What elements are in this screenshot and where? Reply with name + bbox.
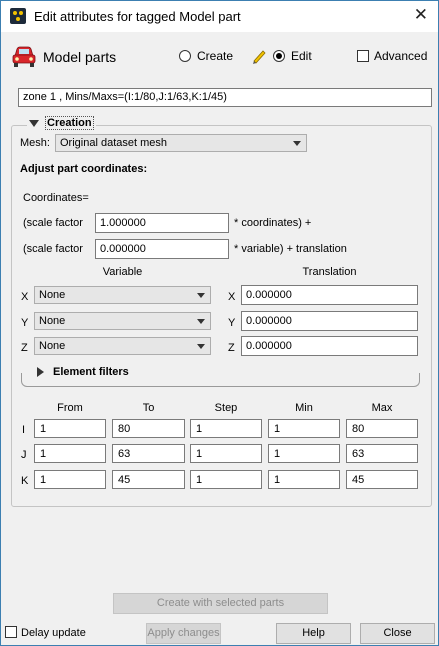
element-filters-label: Element filters	[53, 366, 129, 378]
table-header: Min	[295, 402, 313, 414]
creation-label: Creation	[45, 116, 94, 130]
chevron-down-icon	[293, 141, 301, 146]
range-j-step-input[interactable]: 1	[190, 444, 262, 463]
scale-factor-coordinates-input[interactable]: 1.000000	[95, 213, 229, 233]
variable-header: Variable	[102, 266, 143, 278]
row-label-k: K	[21, 475, 29, 487]
advanced-label[interactable]: Advanced	[374, 49, 427, 63]
window-title: Edit attributes for tagged Model part	[34, 9, 241, 24]
model-parts-label: Model parts	[43, 49, 117, 65]
range-k-step-input[interactable]: 1	[190, 470, 262, 489]
adjust-heading: Adjust part coordinates:	[20, 163, 148, 175]
range-i-to-input[interactable]: 80	[112, 419, 185, 438]
close-button[interactable]: Close	[360, 623, 435, 644]
create-radio-label[interactable]: Create	[197, 49, 233, 63]
collapse-triangle-icon	[29, 119, 39, 127]
app-icon	[10, 8, 26, 24]
scale2-suffix: * variable) + translation	[234, 243, 347, 255]
translation-axis-label: Z	[228, 342, 235, 354]
create-with-selected-parts-button[interactable]: Create with selected parts	[113, 593, 328, 614]
chevron-down-icon	[197, 293, 205, 298]
variable-axis-label: X	[21, 291, 29, 303]
apply-changes-button[interactable]: Apply changes	[146, 623, 221, 644]
help-button[interactable]: Help	[276, 623, 351, 644]
range-i-step-input[interactable]: 1	[190, 419, 262, 438]
translation-z-input[interactable]: 0.000000	[241, 336, 418, 356]
range-k-min-field: 1	[268, 470, 340, 489]
range-i-min-field: 1	[268, 419, 340, 438]
variable-z-value: None	[39, 340, 66, 352]
range-k-to-input[interactable]: 45	[112, 470, 185, 489]
scale2-prefix: (scale factor	[23, 243, 83, 255]
translation-axis-label: Y	[228, 317, 236, 329]
row-label-i: I	[22, 424, 26, 436]
edit-radio[interactable]	[273, 50, 285, 62]
pencil-icon	[253, 50, 266, 64]
translation-y-input[interactable]: 0.000000	[241, 311, 418, 331]
creation-toggle[interactable]: Creation	[27, 116, 96, 130]
advanced-checkbox[interactable]	[357, 50, 369, 62]
row-label-j: J	[21, 449, 27, 461]
part-info-field: zone 1 , Mins/Maxs=(I:1/80,J:1/63,K:1/45…	[18, 88, 432, 107]
range-j-min-field: 1	[268, 444, 340, 463]
table-header: Max	[371, 402, 393, 414]
variable-axis-label: Y	[21, 317, 29, 329]
variable-x-value: None	[39, 289, 66, 301]
variable-x-dropdown[interactable]: None	[34, 286, 211, 304]
title-bar[interactable]: Edit attributes for tagged Model part ✕	[1, 1, 438, 32]
mesh-dropdown[interactable]: Original dataset mesh	[55, 134, 307, 152]
variable-axis-label: Z	[21, 342, 28, 354]
header-row: Model parts Create Edit Advanced	[1, 39, 438, 75]
create-radio[interactable]	[179, 50, 191, 62]
coordinates-label: Coordinates=	[23, 192, 89, 204]
edit-radio-label[interactable]: Edit	[291, 49, 312, 63]
mesh-label: Mesh:	[20, 137, 50, 149]
table-header: Step	[214, 402, 238, 414]
table-header: To	[142, 402, 155, 414]
range-k-max-field: 45	[346, 470, 418, 489]
variable-z-dropdown[interactable]: None	[34, 337, 211, 355]
close-window-icon[interactable]: ✕	[414, 5, 428, 25]
chevron-down-icon	[197, 319, 205, 324]
element-filters-toggle[interactable]: Element filters	[34, 366, 132, 378]
range-i-from-input[interactable]: 1	[34, 419, 106, 438]
variable-y-dropdown[interactable]: None	[34, 312, 211, 330]
car-icon	[12, 46, 36, 67]
range-k-from-input[interactable]: 1	[34, 470, 106, 489]
variable-y-value: None	[39, 315, 66, 327]
scale-factor-variable-input[interactable]: 0.000000	[95, 239, 229, 259]
mesh-value: Original dataset mesh	[60, 137, 167, 149]
table-header: From	[57, 402, 83, 414]
scale1-suffix: * coordinates) +	[234, 217, 312, 229]
chevron-down-icon	[197, 344, 205, 349]
dialog-window: Edit attributes for tagged Model part ✕ …	[0, 0, 439, 646]
translation-axis-label: X	[228, 291, 236, 303]
delay-update-checkbox[interactable]	[5, 626, 17, 638]
range-i-max-field: 80	[346, 419, 418, 438]
delay-update-label[interactable]: Delay update	[21, 627, 86, 639]
range-j-max-field: 63	[346, 444, 418, 463]
translation-header: Translation	[302, 266, 357, 278]
range-j-to-input[interactable]: 63	[112, 444, 185, 463]
expand-triangle-icon	[37, 367, 44, 377]
translation-x-input[interactable]: 0.000000	[241, 285, 418, 305]
range-j-from-input[interactable]: 1	[34, 444, 106, 463]
scale1-prefix: (scale factor	[23, 217, 83, 229]
